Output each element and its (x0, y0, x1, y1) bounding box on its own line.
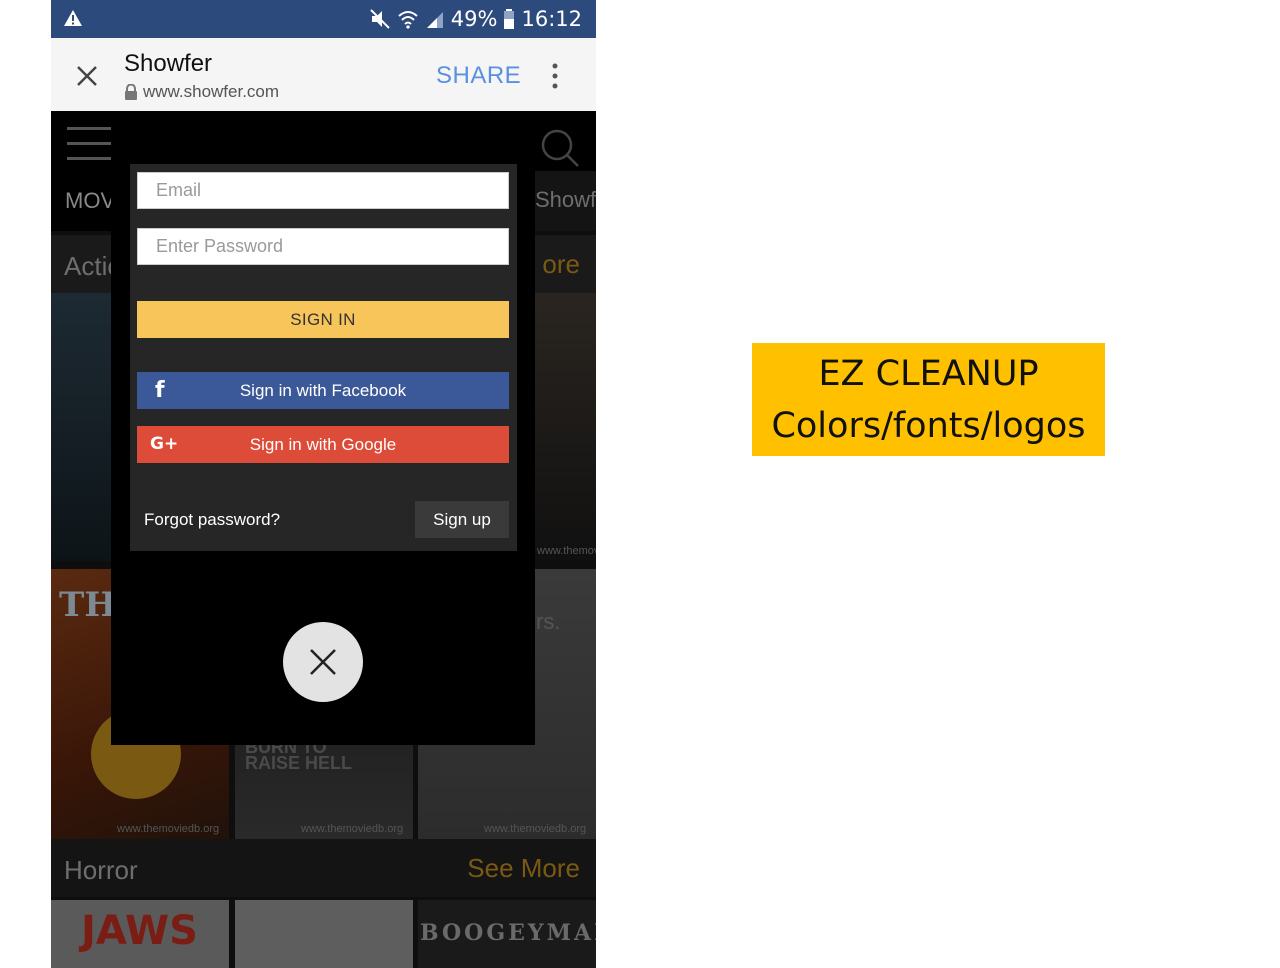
poster-watermark: www.themoviedb.org (537, 545, 596, 557)
poster-watermark: www.themoviedb.org (484, 823, 587, 835)
email-input[interactable] (138, 173, 508, 208)
wifi-icon (398, 11, 418, 29)
movie-poster[interactable]: BOOGEYMAN (418, 900, 596, 968)
more-options-icon[interactable] (551, 60, 559, 92)
password-field[interactable] (137, 228, 509, 265)
warning-icon (64, 10, 82, 26)
row-label: Horror (64, 855, 138, 885)
close-tab-icon[interactable] (73, 62, 101, 90)
battery-icon (504, 9, 515, 29)
signal-icon (426, 12, 443, 28)
movie-poster[interactable] (235, 900, 413, 968)
share-button[interactable]: SHARE (436, 62, 521, 90)
poster-title: rs. (536, 609, 561, 634)
annotation-note: EZ CLEANUP Colors/fonts/logos (752, 343, 1105, 456)
sign-up-button[interactable]: Sign up (415, 501, 509, 538)
lock-icon (125, 84, 137, 100)
google-plus-icon: G+ (150, 434, 179, 454)
tab-showfer[interactable]: Showf (535, 187, 596, 213)
poster-watermark: www.themoviedb.org (301, 823, 404, 835)
row-header-horror: Horror See More (51, 839, 596, 897)
email-field[interactable] (137, 172, 509, 209)
google-sign-in-label: Sign in with Google (249, 435, 397, 454)
poster-title: BOOGEYMAN (420, 920, 596, 946)
movie-poster[interactable]: JAWS (51, 900, 229, 968)
facebook-sign-in-button[interactable]: f Sign in with Facebook (137, 372, 509, 409)
login-panel (130, 164, 517, 551)
see-more-link[interactable]: ore (542, 249, 580, 280)
password-input[interactable] (138, 229, 508, 264)
browser-toolbar: Showfer www.showfer.com SHARE (51, 38, 596, 111)
poster-title: JAWS (81, 908, 198, 954)
facebook-icon: f (155, 378, 165, 403)
movie-poster[interactable] (51, 293, 111, 561)
search-icon[interactable] (539, 127, 581, 169)
url-text: www.showfer.com (143, 82, 280, 101)
poster-watermark: www.themoviedb.org (117, 823, 220, 835)
google-sign-in-button[interactable]: G+ Sign in with Google (137, 426, 509, 463)
mute-icon (370, 9, 390, 29)
annotation-line-2: Colors/fonts/logos (771, 406, 1086, 446)
page-title: Showfer (124, 50, 213, 77)
close-icon (310, 649, 336, 675)
see-more-link[interactable]: See More (467, 853, 580, 884)
status-bar: 49% 16:12 (51, 0, 596, 38)
page-url: www.showfer.com (124, 82, 279, 102)
forgot-password-link[interactable]: Forgot password? (144, 510, 280, 530)
clock: 16:12 (521, 7, 582, 31)
battery-percent: 49% (450, 7, 498, 31)
facebook-sign-in-label: Sign in with Facebook (239, 381, 407, 400)
movie-poster[interactable]: www.themoviedb.org (535, 293, 596, 561)
close-modal-button[interactable] (283, 622, 363, 702)
sign-in-button[interactable]: SIGN IN (137, 301, 509, 338)
annotation-line-1: EZ CLEANUP (818, 354, 1039, 394)
tab-movies[interactable]: MOV (51, 171, 111, 231)
hamburger-menu-icon[interactable] (67, 127, 111, 160)
